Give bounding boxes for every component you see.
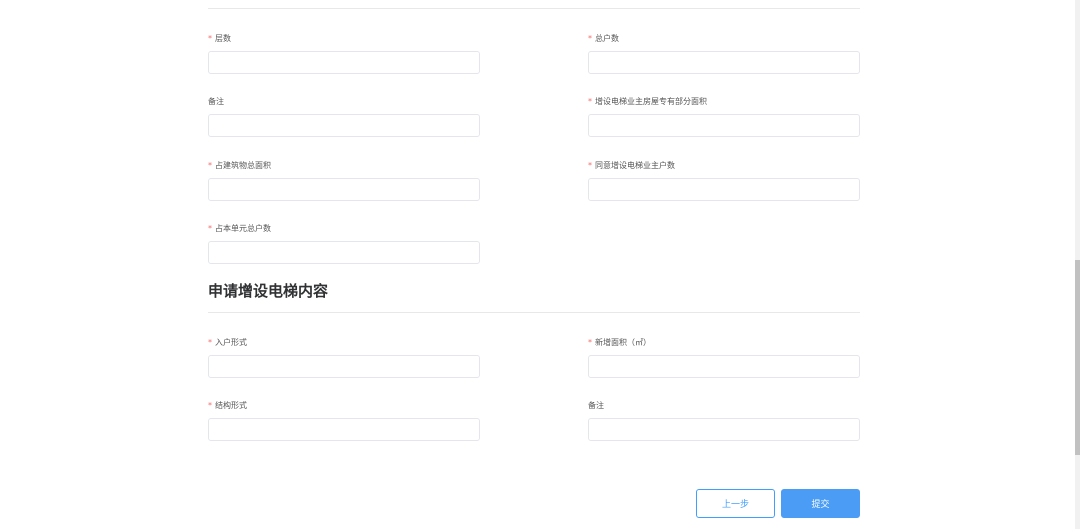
field-label-text: 占本单元总户数 (215, 224, 271, 233)
field-label: * 结构形式 (208, 400, 247, 411)
field-input[interactable] (588, 114, 860, 137)
field-label-text: 占建筑物总面积 (215, 161, 271, 170)
field-label: * 占建筑物总面积 (208, 160, 271, 171)
field-label: 备注 (208, 96, 224, 107)
required-mark: * (208, 34, 212, 43)
field-label: * 层数 (208, 33, 231, 44)
field-label-text: 入户形式 (215, 338, 247, 347)
field-label: * 同意增设电梯业主户数 (588, 160, 675, 171)
section-title: 申请增设电梯内容 (208, 282, 329, 300)
field-input[interactable] (588, 418, 860, 441)
previous-step-button[interactable]: 上一步 (696, 489, 775, 518)
field-label-text: 备注 (208, 97, 224, 106)
field-label-text: 结构形式 (215, 401, 247, 410)
field-input[interactable] (588, 355, 860, 378)
field-input[interactable] (208, 178, 480, 201)
field-label-text: 新增面积（㎡） (595, 338, 651, 347)
required-mark: * (588, 161, 592, 170)
field-input[interactable] (208, 418, 480, 441)
scrollbar-thumb[interactable] (1075, 260, 1080, 455)
required-mark: * (208, 224, 212, 233)
field-label-text: 总户数 (595, 34, 619, 43)
required-mark: * (588, 34, 592, 43)
field-label: * 总户数 (588, 33, 619, 44)
field-label: 备注 (588, 400, 604, 411)
field-label-text: 同意增设电梯业主户数 (595, 161, 675, 170)
field-input[interactable] (208, 355, 480, 378)
required-mark: * (208, 338, 212, 347)
field-input[interactable] (588, 178, 860, 201)
field-label: * 占本单元总户数 (208, 223, 271, 234)
field-input[interactable] (208, 241, 480, 264)
field-label-text: 层数 (215, 34, 231, 43)
field-label-text: 增设电梯业主房屋专有部分面积 (595, 97, 707, 106)
required-mark: * (208, 401, 212, 410)
field-label-text: 备注 (588, 401, 604, 410)
section-divider-top (208, 8, 860, 9)
field-label: * 入户形式 (208, 337, 247, 348)
section-divider (208, 312, 860, 313)
required-mark: * (208, 161, 212, 170)
submit-button[interactable]: 提交 (781, 489, 860, 518)
field-input[interactable] (208, 51, 480, 74)
field-label: * 新增面积（㎡） (588, 337, 651, 348)
field-input[interactable] (588, 51, 860, 74)
field-input[interactable] (208, 114, 480, 137)
field-label: * 增设电梯业主房屋专有部分面积 (588, 96, 707, 107)
required-mark: * (588, 97, 592, 106)
required-mark: * (588, 338, 592, 347)
